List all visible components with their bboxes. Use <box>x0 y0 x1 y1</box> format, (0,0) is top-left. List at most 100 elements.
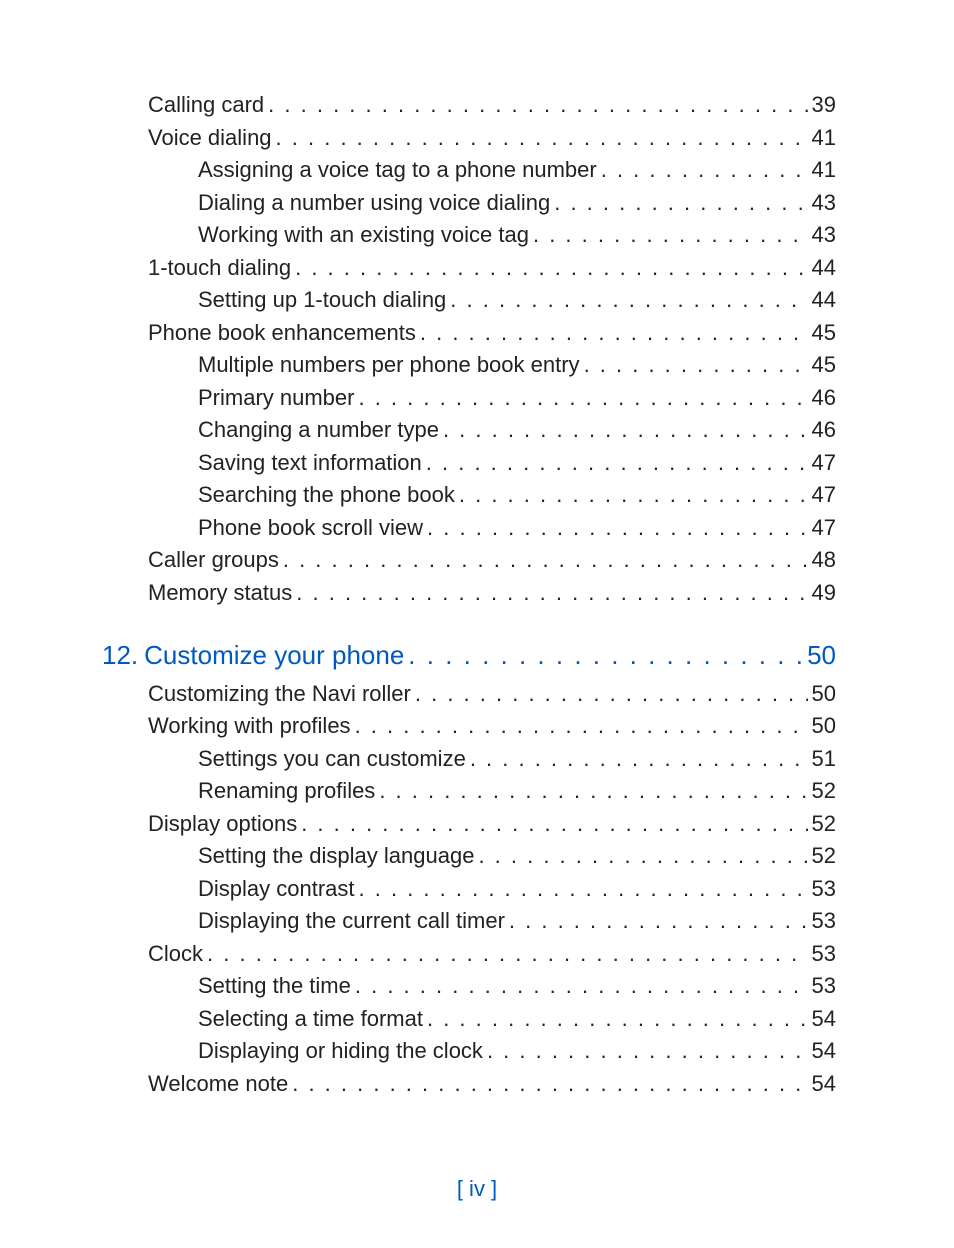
toc-label: Phone book enhancements <box>148 320 416 346</box>
toc-entry[interactable]: Displaying or hiding the clock 54 <box>198 1038 836 1064</box>
toc-entry[interactable]: Voice dialing 41 <box>148 125 836 151</box>
toc-label: Changing a number type <box>198 417 439 443</box>
toc-leader-dots <box>487 1038 808 1064</box>
toc-leader-dots <box>276 125 808 151</box>
toc-label: Setting the display language <box>198 843 474 869</box>
toc-page-number: 45 <box>812 352 836 378</box>
toc-label: Working with an existing voice tag <box>198 222 529 248</box>
toc-label: Searching the phone book <box>198 482 455 508</box>
toc-label: 1-touch dialing <box>148 255 291 281</box>
toc-leader-dots <box>427 515 808 541</box>
toc-label: Voice dialing <box>148 125 272 151</box>
toc-leader-dots <box>601 157 808 183</box>
toc-entry[interactable]: Display contrast 53 <box>198 876 836 902</box>
toc-leader-dots <box>358 385 807 411</box>
toc-leader-dots <box>301 811 807 837</box>
toc-page-number: 41 <box>812 125 836 151</box>
toc-page-number: 50 <box>812 681 836 707</box>
chapter-number: 12. <box>102 640 144 671</box>
toc-entry[interactable]: Memory status 49 <box>148 580 836 606</box>
toc-label: Setting up 1-touch dialing <box>198 287 446 313</box>
toc-entry[interactable]: Multiple numbers per phone book entry 45 <box>198 352 836 378</box>
toc-entry[interactable]: Settings you can customize51 <box>198 746 836 772</box>
toc-label: Memory status <box>148 580 292 606</box>
toc-page-number: 47 <box>812 515 836 541</box>
toc-page-number: 47 <box>812 482 836 508</box>
toc-label: Setting the time <box>198 973 351 999</box>
toc-leader-dots <box>533 222 808 248</box>
toc-label: Renaming profiles <box>198 778 375 804</box>
toc-label: Clock <box>148 941 203 967</box>
toc-entry[interactable]: Setting up 1-touch dialing44 <box>198 287 836 313</box>
toc-page-number: 53 <box>812 973 836 999</box>
toc-leader-dots <box>415 681 808 707</box>
toc-leader-dots <box>359 876 808 902</box>
toc-entry[interactable]: 1-touch dialing 44 <box>148 255 836 281</box>
toc-entry[interactable]: Renaming profiles 52 <box>198 778 836 804</box>
toc-page-number: 50 <box>807 640 836 671</box>
toc-page-number: 39 <box>812 92 836 118</box>
toc-entry[interactable]: Setting the display language 52 <box>198 843 836 869</box>
toc-leader-dots <box>283 547 808 573</box>
toc-entry[interactable]: Saving text information47 <box>198 450 836 476</box>
toc-leader-dots <box>584 352 808 378</box>
toc-entry[interactable]: Phone book enhancements45 <box>148 320 836 346</box>
toc-leader-dots <box>355 713 808 739</box>
toc-label: Phone book scroll view <box>198 515 423 541</box>
toc-label: Dialing a number using voice dialing <box>198 190 550 216</box>
toc-entry[interactable]: Displaying the current call timer53 <box>198 908 836 934</box>
toc-entry[interactable]: Calling card39 <box>148 92 836 118</box>
toc-leader-dots <box>420 320 808 346</box>
toc-label: Display contrast <box>198 876 355 902</box>
toc-entry[interactable]: Customizing the Navi roller 50 <box>148 681 836 707</box>
toc-entry[interactable]: Assigning a voice tag to a phone number 4… <box>198 157 836 183</box>
toc-entry[interactable]: Welcome note54 <box>148 1071 836 1097</box>
toc-leader-dots <box>554 190 807 216</box>
toc-leader-dots <box>207 941 808 967</box>
toc-entry[interactable]: Caller groups48 <box>148 547 836 573</box>
toc-page-number: 49 <box>812 580 836 606</box>
toc-leader-dots <box>268 92 807 118</box>
page-footer: [ iv ] <box>0 1176 954 1202</box>
toc-leader-dots <box>408 640 803 671</box>
toc-leader-dots <box>470 746 808 772</box>
toc-entry[interactable]: Working with an existing voice tag43 <box>198 222 836 248</box>
toc-entry[interactable]: Selecting a time format54 <box>198 1006 836 1032</box>
toc-leader-dots <box>355 973 808 999</box>
toc-entry[interactable]: Changing a number type46 <box>198 417 836 443</box>
toc-page-number: 44 <box>812 255 836 281</box>
toc-leader-dots <box>509 908 808 934</box>
toc-leader-dots <box>427 1006 808 1032</box>
toc-label: Multiple numbers per phone book entry <box>198 352 580 378</box>
toc-entry[interactable]: Primary number 46 <box>198 385 836 411</box>
toc-page-number: 43 <box>812 190 836 216</box>
toc-page-number: 54 <box>812 1006 836 1032</box>
toc-label: Working with profiles <box>148 713 351 739</box>
toc-entry[interactable]: Dialing a number using voice dialing 43 <box>198 190 836 216</box>
toc-entry[interactable]: 12.Customize your phone50 <box>148 640 836 671</box>
toc-entry[interactable]: Display options52 <box>148 811 836 837</box>
toc-page-number: 54 <box>812 1038 836 1064</box>
toc-entry[interactable]: Searching the phone book 47 <box>198 482 836 508</box>
toc-leader-dots <box>379 778 807 804</box>
toc-entry[interactable]: Clock53 <box>148 941 836 967</box>
toc-label: Caller groups <box>148 547 279 573</box>
toc-label: Assigning a voice tag to a phone number <box>198 157 597 183</box>
toc-leader-dots <box>443 417 808 443</box>
toc-page-number: 52 <box>812 778 836 804</box>
toc-page-number: 53 <box>812 876 836 902</box>
toc-entry[interactable]: Working with profiles50 <box>148 713 836 739</box>
toc-page-number: 52 <box>812 811 836 837</box>
toc-label: Displaying the current call timer <box>198 908 505 934</box>
toc-page-number: 52 <box>812 843 836 869</box>
toc-container: Calling card39Voice dialing41Assigning a… <box>148 92 836 1103</box>
toc-leader-dots <box>295 255 807 281</box>
toc-leader-dots <box>292 1071 807 1097</box>
toc-page-number: 46 <box>812 385 836 411</box>
toc-label: Displaying or hiding the clock <box>198 1038 483 1064</box>
toc-entry[interactable]: Setting the time 53 <box>198 973 836 999</box>
toc-label: Customizing the Navi roller <box>148 681 411 707</box>
toc-page-number: 41 <box>812 157 836 183</box>
toc-entry[interactable]: Phone book scroll view 47 <box>198 515 836 541</box>
toc-label: Primary number <box>198 385 354 411</box>
